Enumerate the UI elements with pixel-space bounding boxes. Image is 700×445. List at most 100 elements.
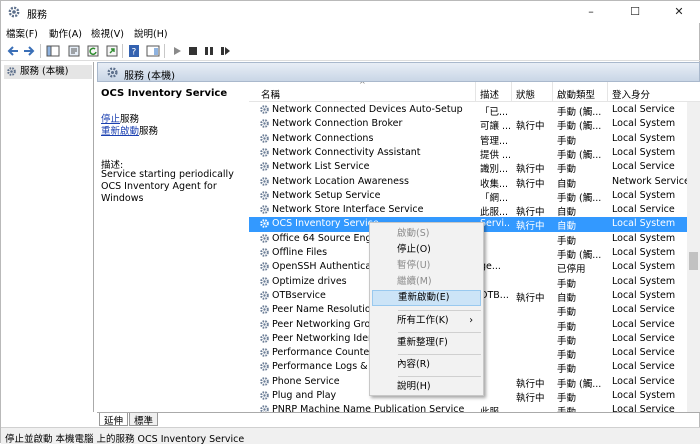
service-row[interactable]: Network Connection Broker 可讓 ... 執行中 手動 (觸.… — [249, 117, 687, 132]
window-title: 服務 — [27, 10, 47, 21]
cell-logon: Local Service — [612, 204, 675, 216]
menu-item-restart[interactable]: 重新啟動(E) — [372, 290, 481, 306]
maximize-button[interactable]: ☐ — [613, 1, 657, 23]
cell-logon: Local Service — [612, 332, 675, 344]
service-row[interactable]: Network Store Interface Service 此服... 執行中自… — [249, 203, 687, 219]
column-divider — [511, 82, 512, 102]
service-row[interactable]: Network List Service 識別... 執行中 手動 Local Serv… — [249, 160, 687, 175]
menu-item-refresh[interactable]: 重新整理(F) — [372, 335, 481, 351]
vertical-scrollbar[interactable] — [687, 102, 700, 412]
cell-startup: 手動 — [557, 364, 577, 376]
cell-desc: 提供 ... — [480, 149, 510, 161]
close-button[interactable]: ✕ — [657, 1, 700, 23]
menu-view[interactable]: 檢視(V) — [91, 26, 124, 40]
tab-extended[interactable]: 延伸 — [99, 413, 129, 427]
service-gear-icon — [260, 219, 269, 229]
service-gear-icon — [260, 262, 269, 272]
service-row[interactable]: Network Connections 管理... 手動 Local System — [249, 132, 687, 147]
service-row[interactable]: Network Location Awareness 收集... 執行中 自動 Netw… — [249, 175, 687, 190]
restart-service-icon[interactable] — [218, 44, 232, 58]
service-gear-icon — [260, 190, 269, 200]
services-window: 服務 – ☐ ✕ 檔案(F) 動作(A) 檢視(V) 說明(H) ? 服務 (本… — [0, 0, 700, 445]
cell-logon: Local System — [612, 247, 676, 258]
details-header-title: 服務 (本機) — [124, 71, 175, 82]
forward-arrow-icon[interactable] — [22, 44, 36, 58]
column-header-logon-as[interactable]: 登入身分 — [612, 87, 650, 101]
service-row[interactable]: Network Setup Service 「網... 手動 (觸... Local … — [249, 189, 687, 204]
menu-item-all-tasks-label: 所有工作(K) — [397, 315, 449, 326]
properties-pane-icon[interactable] — [67, 44, 81, 58]
menu-item-all-tasks[interactable]: 所有工作(K) › — [372, 313, 481, 329]
service-gear-icon — [260, 291, 269, 300]
service-row[interactable]: Network Connected Devices Auto-Setup 「已..… — [249, 103, 687, 118]
stop-service-icon[interactable] — [186, 44, 200, 58]
cell-logon: Local System — [612, 232, 676, 244]
scrollbar-thumb[interactable] — [689, 252, 698, 270]
pause-service-icon[interactable] — [202, 44, 216, 58]
description-text: Service starting periodically OCS Invent… — [101, 169, 234, 204]
service-gear-icon — [260, 205, 269, 214]
cell-startup: 手動 (觸... — [557, 378, 602, 390]
cell-startup: 手動 — [557, 235, 577, 247]
column-header-startup-type[interactable]: 啟動類型 — [557, 87, 595, 101]
cell-startup: 手動 (觸... — [557, 107, 602, 118]
menu-item-resume: 繼續(M) — [397, 276, 432, 287]
details-header: 服務 (本機) — [97, 62, 700, 82]
service-row[interactable]: Network Connectivity Assistant 提供 ... 手動 (… — [249, 146, 687, 161]
column-header-name[interactable]: 名稱 — [261, 87, 280, 101]
service-gear-icon — [260, 333, 269, 343]
cell-logon: Local Service — [612, 375, 675, 387]
menu-item-help[interactable]: 說明(H) — [372, 379, 481, 395]
back-arrow-icon[interactable] — [6, 44, 20, 58]
cell-status: 執行中 — [516, 378, 545, 390]
submenu-arrow-icon: › — [469, 315, 473, 326]
service-gear-icon — [260, 305, 269, 314]
toolbar-separator — [164, 44, 165, 58]
cell-logon: Local Service — [612, 347, 675, 359]
menu-action[interactable]: 動作(A) — [49, 26, 82, 40]
menu-item-properties[interactable]: 內容(R) — [372, 357, 481, 373]
cell-desc: 此服... — [480, 207, 509, 219]
status-bar: 停止並啟動 本機電腦 上的服務 OCS Inventory Service — [1, 427, 700, 445]
context-menu: 啟動(S) 停止(O) 暫停(U) 繼續(M) 重新啟動(E) 所有工作(K) ›… — [369, 222, 484, 396]
restart-service-link[interactable]: 重新啟動 — [101, 126, 139, 137]
menu-bar: 檔案(F) 動作(A) 檢視(V) 說明(H) — [1, 23, 700, 41]
menu-separator — [398, 354, 481, 355]
service-gear-icon — [260, 391, 269, 400]
cell-desc: 此服... — [480, 404, 510, 412]
menu-help[interactable]: 說明(H) — [134, 26, 168, 40]
column-header-description[interactable]: 描述 — [480, 87, 499, 101]
menu-file[interactable]: 檔案(F) — [6, 26, 38, 40]
service-row[interactable]: PNRP Machine Name Publication Service 此服.… — [249, 403, 687, 412]
cell-logon: Local System — [612, 218, 676, 230]
export-list-icon[interactable] — [105, 44, 119, 58]
toolbar-separator — [122, 44, 123, 58]
tree-item-label: 服務 (本機) — [20, 66, 69, 77]
menu-item-stop[interactable]: 停止(O) — [372, 242, 481, 258]
refresh-icon[interactable] — [86, 44, 100, 58]
column-divider — [607, 82, 608, 102]
cell-name: Network Connections — [272, 132, 374, 144]
cell-logon: Network Service — [612, 175, 687, 187]
service-gear-icon — [260, 362, 269, 372]
console-view-icon[interactable] — [146, 44, 160, 58]
service-gear-icon — [260, 405, 269, 412]
start-service-icon[interactable] — [170, 44, 184, 58]
show-hide-tree-icon[interactable] — [46, 44, 60, 58]
toolbar: ? — [1, 41, 700, 61]
tree-item-services-local[interactable]: 服務 (本機) — [4, 65, 92, 79]
cell-startup: 手動 (觸... — [557, 192, 602, 204]
cell-startup: 手動 — [557, 335, 577, 347]
svg-text:?: ? — [132, 48, 137, 58]
column-header-row: 名稱 ^ 描述 狀態 啟動類型 登入身分 — [249, 82, 700, 102]
service-gear-icon — [260, 133, 269, 143]
cell-name: Network Store Interface Service — [272, 204, 424, 216]
cell-logon: Local Service — [612, 361, 675, 373]
minimize-button[interactable]: – — [569, 1, 613, 23]
cell-logon: Local Service — [612, 304, 675, 316]
cell-status: 執行中 — [516, 393, 545, 404]
cell-desc: OTB... — [480, 289, 509, 301]
column-header-status[interactable]: 狀態 — [516, 87, 535, 101]
help-book-icon[interactable]: ? — [127, 44, 141, 58]
tab-standard[interactable]: 標準 — [129, 413, 159, 427]
